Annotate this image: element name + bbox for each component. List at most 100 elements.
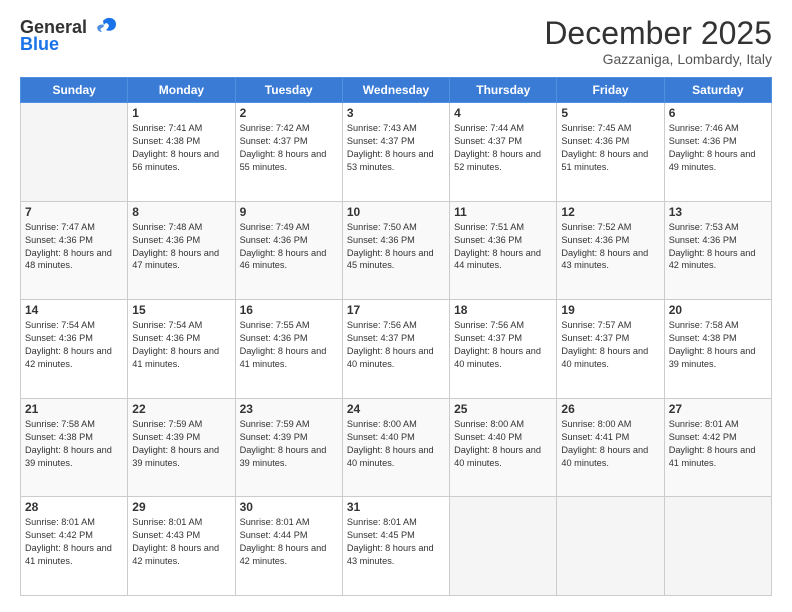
calendar-table: SundayMondayTuesdayWednesdayThursdayFrid…	[20, 77, 772, 596]
day-info: Sunrise: 8:00 AM Sunset: 4:40 PM Dayligh…	[347, 418, 445, 470]
day-number: 21	[25, 402, 123, 416]
day-info: Sunrise: 7:41 AM Sunset: 4:38 PM Dayligh…	[132, 122, 230, 174]
logo-blue: Blue	[20, 34, 59, 55]
calendar-cell: 14 Sunrise: 7:54 AM Sunset: 4:36 PM Dayl…	[21, 300, 128, 399]
daylight-label: Daylight: 8 hours and 52 minutes.	[454, 149, 541, 172]
day-number: 14	[25, 303, 123, 317]
day-info: Sunrise: 8:01 AM Sunset: 4:45 PM Dayligh…	[347, 516, 445, 568]
sunset-label: Sunset: 4:36 PM	[240, 235, 308, 245]
calendar-cell: 27 Sunrise: 8:01 AM Sunset: 4:42 PM Dayl…	[664, 398, 771, 497]
calendar-cell: 24 Sunrise: 8:00 AM Sunset: 4:40 PM Dayl…	[342, 398, 449, 497]
sunrise-label: Sunrise: 8:00 AM	[561, 419, 631, 429]
calendar-cell: 12 Sunrise: 7:52 AM Sunset: 4:36 PM Dayl…	[557, 201, 664, 300]
day-number: 15	[132, 303, 230, 317]
day-number: 29	[132, 500, 230, 514]
sunrise-label: Sunrise: 8:00 AM	[454, 419, 524, 429]
sunset-label: Sunset: 4:42 PM	[25, 530, 93, 540]
day-number: 4	[454, 106, 552, 120]
sunrise-label: Sunrise: 7:50 AM	[347, 222, 417, 232]
day-number: 31	[347, 500, 445, 514]
calendar-cell: 13 Sunrise: 7:53 AM Sunset: 4:36 PM Dayl…	[664, 201, 771, 300]
day-info: Sunrise: 7:58 AM Sunset: 4:38 PM Dayligh…	[25, 418, 123, 470]
day-info: Sunrise: 7:57 AM Sunset: 4:37 PM Dayligh…	[561, 319, 659, 371]
day-number: 1	[132, 106, 230, 120]
calendar-cell: 23 Sunrise: 7:59 AM Sunset: 4:39 PM Dayl…	[235, 398, 342, 497]
calendar-cell: 29 Sunrise: 8:01 AM Sunset: 4:43 PM Dayl…	[128, 497, 235, 596]
day-info: Sunrise: 7:49 AM Sunset: 4:36 PM Dayligh…	[240, 221, 338, 273]
calendar-cell: 16 Sunrise: 7:55 AM Sunset: 4:36 PM Dayl…	[235, 300, 342, 399]
calendar-cell: 19 Sunrise: 7:57 AM Sunset: 4:37 PM Dayl…	[557, 300, 664, 399]
sunset-label: Sunset: 4:38 PM	[25, 432, 93, 442]
sunrise-label: Sunrise: 7:43 AM	[347, 123, 417, 133]
sunset-label: Sunset: 4:40 PM	[347, 432, 415, 442]
sunrise-label: Sunrise: 7:41 AM	[132, 123, 202, 133]
daylight-label: Daylight: 8 hours and 42 minutes.	[669, 248, 756, 271]
weekday-header-saturday: Saturday	[664, 78, 771, 103]
calendar-cell: 10 Sunrise: 7:50 AM Sunset: 4:36 PM Dayl…	[342, 201, 449, 300]
calendar-cell: 22 Sunrise: 7:59 AM Sunset: 4:39 PM Dayl…	[128, 398, 235, 497]
calendar-cell	[21, 103, 128, 202]
sunrise-label: Sunrise: 8:01 AM	[240, 517, 310, 527]
sunset-label: Sunset: 4:37 PM	[347, 136, 415, 146]
logo-bird-icon	[90, 16, 118, 38]
sunrise-label: Sunrise: 8:01 AM	[347, 517, 417, 527]
calendar-week-row: 1 Sunrise: 7:41 AM Sunset: 4:38 PM Dayli…	[21, 103, 772, 202]
sunset-label: Sunset: 4:36 PM	[25, 333, 93, 343]
calendar-cell: 17 Sunrise: 7:56 AM Sunset: 4:37 PM Dayl…	[342, 300, 449, 399]
day-number: 6	[669, 106, 767, 120]
sunset-label: Sunset: 4:43 PM	[132, 530, 200, 540]
calendar-cell	[450, 497, 557, 596]
daylight-label: Daylight: 8 hours and 46 minutes.	[240, 248, 327, 271]
daylight-label: Daylight: 8 hours and 40 minutes.	[454, 346, 541, 369]
calendar-week-row: 28 Sunrise: 8:01 AM Sunset: 4:42 PM Dayl…	[21, 497, 772, 596]
day-info: Sunrise: 7:59 AM Sunset: 4:39 PM Dayligh…	[240, 418, 338, 470]
sunrise-label: Sunrise: 7:57 AM	[561, 320, 631, 330]
sunrise-label: Sunrise: 7:42 AM	[240, 123, 310, 133]
daylight-label: Daylight: 8 hours and 40 minutes.	[454, 445, 541, 468]
sunset-label: Sunset: 4:42 PM	[669, 432, 737, 442]
sunset-label: Sunset: 4:36 PM	[132, 333, 200, 343]
day-number: 18	[454, 303, 552, 317]
day-info: Sunrise: 8:01 AM Sunset: 4:43 PM Dayligh…	[132, 516, 230, 568]
daylight-label: Daylight: 8 hours and 41 minutes.	[25, 543, 112, 566]
sunrise-label: Sunrise: 8:00 AM	[347, 419, 417, 429]
day-info: Sunrise: 7:54 AM Sunset: 4:36 PM Dayligh…	[25, 319, 123, 371]
daylight-label: Daylight: 8 hours and 40 minutes.	[561, 445, 648, 468]
daylight-label: Daylight: 8 hours and 44 minutes.	[454, 248, 541, 271]
day-number: 12	[561, 205, 659, 219]
calendar-cell: 6 Sunrise: 7:46 AM Sunset: 4:36 PM Dayli…	[664, 103, 771, 202]
sunrise-label: Sunrise: 7:54 AM	[132, 320, 202, 330]
day-number: 13	[669, 205, 767, 219]
sunrise-label: Sunrise: 7:53 AM	[669, 222, 739, 232]
calendar-cell: 30 Sunrise: 8:01 AM Sunset: 4:44 PM Dayl…	[235, 497, 342, 596]
sunset-label: Sunset: 4:38 PM	[669, 333, 737, 343]
day-number: 3	[347, 106, 445, 120]
calendar-cell: 18 Sunrise: 7:56 AM Sunset: 4:37 PM Dayl…	[450, 300, 557, 399]
weekday-header-friday: Friday	[557, 78, 664, 103]
calendar-week-row: 14 Sunrise: 7:54 AM Sunset: 4:36 PM Dayl…	[21, 300, 772, 399]
day-number: 27	[669, 402, 767, 416]
daylight-label: Daylight: 8 hours and 51 minutes.	[561, 149, 648, 172]
day-number: 19	[561, 303, 659, 317]
sunset-label: Sunset: 4:37 PM	[561, 333, 629, 343]
calendar-cell: 1 Sunrise: 7:41 AM Sunset: 4:38 PM Dayli…	[128, 103, 235, 202]
day-info: Sunrise: 7:59 AM Sunset: 4:39 PM Dayligh…	[132, 418, 230, 470]
calendar-cell: 21 Sunrise: 7:58 AM Sunset: 4:38 PM Dayl…	[21, 398, 128, 497]
day-info: Sunrise: 7:47 AM Sunset: 4:36 PM Dayligh…	[25, 221, 123, 273]
day-info: Sunrise: 7:45 AM Sunset: 4:36 PM Dayligh…	[561, 122, 659, 174]
day-number: 7	[25, 205, 123, 219]
daylight-label: Daylight: 8 hours and 42 minutes.	[25, 346, 112, 369]
logo: General Blue	[20, 16, 118, 55]
day-number: 16	[240, 303, 338, 317]
sunrise-label: Sunrise: 7:51 AM	[454, 222, 524, 232]
day-info: Sunrise: 7:58 AM Sunset: 4:38 PM Dayligh…	[669, 319, 767, 371]
title-block: December 2025 Gazzaniga, Lombardy, Italy	[544, 16, 772, 67]
daylight-label: Daylight: 8 hours and 42 minutes.	[240, 543, 327, 566]
day-number: 24	[347, 402, 445, 416]
daylight-label: Daylight: 8 hours and 49 minutes.	[669, 149, 756, 172]
sunrise-label: Sunrise: 7:52 AM	[561, 222, 631, 232]
calendar-cell: 28 Sunrise: 8:01 AM Sunset: 4:42 PM Dayl…	[21, 497, 128, 596]
sunset-label: Sunset: 4:39 PM	[240, 432, 308, 442]
header: General Blue December 2025 Gazzaniga, Lo…	[20, 16, 772, 67]
daylight-label: Daylight: 8 hours and 41 minutes.	[669, 445, 756, 468]
